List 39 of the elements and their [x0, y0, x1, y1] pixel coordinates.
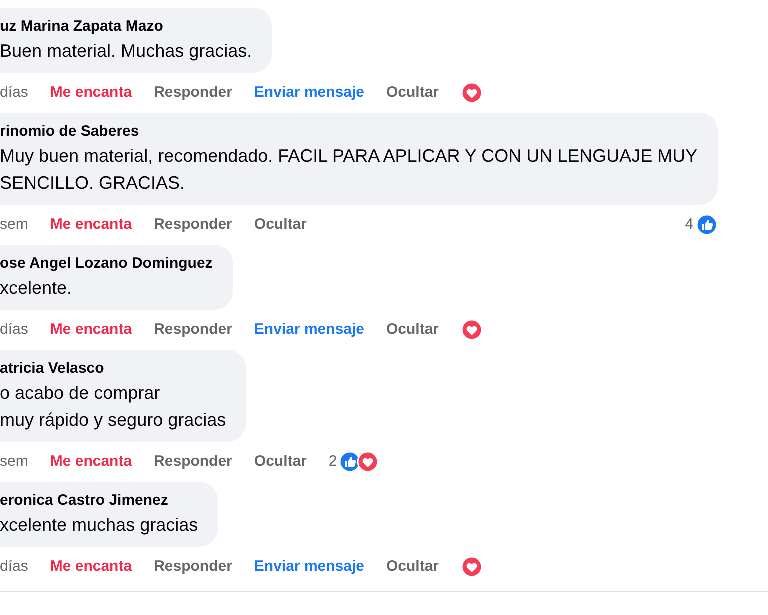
action-link[interactable]: Ocultar: [254, 214, 307, 236]
action-link[interactable]: Me encanta: [50, 82, 132, 104]
like-icon: [696, 214, 718, 236]
action-link[interactable]: Responder: [154, 214, 232, 236]
action-link[interactable]: Ocultar: [254, 450, 307, 474]
action-link[interactable]: Responder: [154, 556, 232, 578]
comment-author[interactable]: rinomio de Saberes: [0, 121, 698, 143]
comment-author[interactable]: uz Marina Zapata Mazo: [0, 16, 252, 38]
like-icon: [339, 451, 362, 473]
comment-text: SENCILLO. GRACIAS.: [0, 172, 186, 195]
comment-author[interactable]: atricia Velasco: [0, 358, 226, 380]
action-link[interactable]: Me encanta: [50, 318, 132, 342]
action-link[interactable]: Responder: [154, 82, 232, 104]
action-link[interactable]: Enviar mensaje: [254, 556, 364, 578]
action-link[interactable]: Enviar mensaje: [254, 318, 364, 342]
comment-text: muy rápido y seguro gracias: [0, 409, 226, 432]
reaction-count[interactable]: 4: [685, 214, 694, 236]
comment-time[interactable]: días: [0, 556, 28, 578]
comment-author[interactable]: eronica Castro Jimenez: [0, 490, 198, 512]
comment-author[interactable]: ose Angel Lozano Dominguez: [0, 253, 213, 275]
comment-text: Buen material. Muchas gracias.: [0, 40, 252, 63]
comment-text: xcelente muchas gracias: [0, 514, 198, 537]
action-link[interactable]: Me encanta: [50, 450, 132, 474]
action-link[interactable]: Me encanta: [50, 214, 132, 236]
action-link[interactable]: Responder: [154, 318, 232, 342]
action-link[interactable]: Me encanta: [50, 556, 132, 578]
comment-text: xcelente.: [0, 277, 74, 300]
action-link[interactable]: Enviar mensaje: [254, 82, 364, 104]
comment-time[interactable]: sem: [0, 214, 28, 236]
reaction-count[interactable]: 2: [328, 450, 338, 474]
action-link[interactable]: Ocultar: [386, 318, 439, 342]
comment-text: Muy buen material, recomendado. FACIL PARA APLICAR Y CON UN LENGUAJE MUY: [0, 145, 698, 168]
comment-time[interactable]: sem: [0, 450, 28, 474]
action-link[interactable]: Ocultar: [386, 556, 439, 578]
comment-time[interactable]: días: [0, 82, 28, 104]
comment-text: o acabo de comprar: [0, 382, 162, 405]
action-link[interactable]: Responder: [154, 450, 232, 474]
comment-time[interactable]: días: [0, 318, 28, 342]
action-link[interactable]: Ocultar: [386, 82, 439, 104]
